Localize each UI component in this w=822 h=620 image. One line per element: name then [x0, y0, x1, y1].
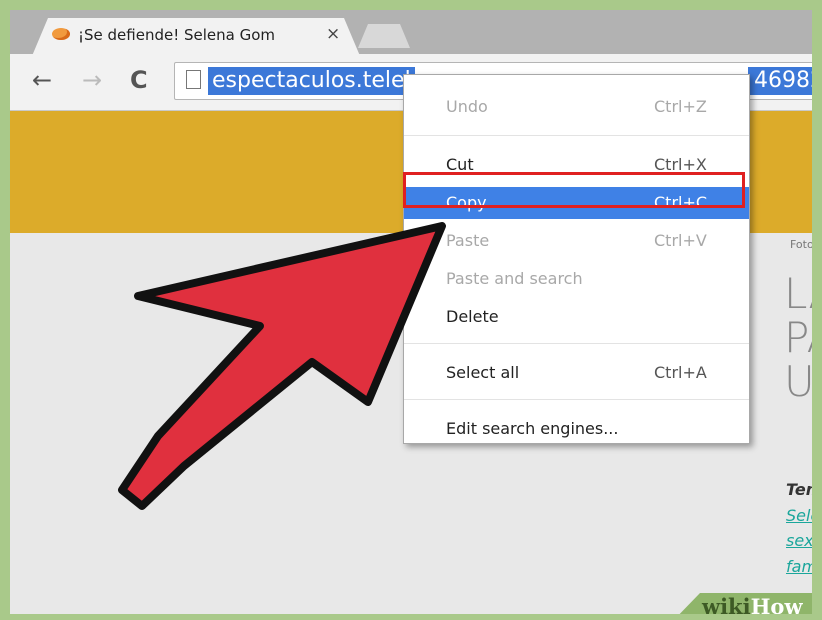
browser-window: ¡Se defiende! Selena Gom × ← → C especta…: [10, 10, 812, 614]
red-arrow-icon: [118, 222, 446, 510]
